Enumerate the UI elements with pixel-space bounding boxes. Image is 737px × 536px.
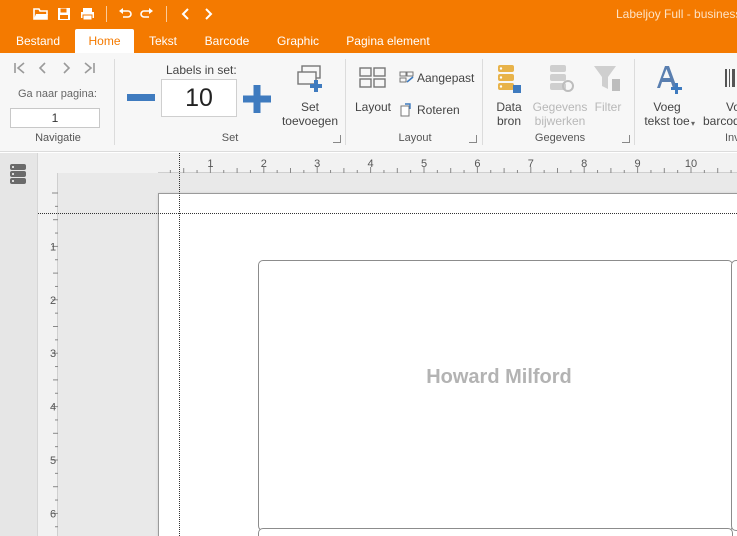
- ruler-label: 9: [635, 158, 641, 170]
- update-data-label-2[interactable]: bijwerken: [530, 115, 590, 128]
- filter-button[interactable]: Filter: [590, 101, 626, 114]
- group-label-set: Set: [221, 132, 239, 144]
- add-text-icon[interactable]: [652, 61, 688, 97]
- group-label-gegevens: Gegevens: [534, 132, 586, 144]
- previous-page-icon[interactable]: [35, 61, 51, 77]
- tab-pagina-element[interactable]: Pagina element: [338, 29, 438, 53]
- window-title: Labeljoy Full - business: [616, 7, 737, 21]
- data-source-icon[interactable]: [494, 62, 524, 96]
- toolbar-separator: [106, 6, 107, 22]
- tab-home[interactable]: Home: [75, 29, 134, 53]
- ruler-label: 4: [368, 158, 374, 170]
- horizontal-ruler-ticks: 1 2 3 4 5 6 7 8 9 10: [169, 158, 732, 173]
- ruler-label: 6: [50, 508, 56, 520]
- data-source-label-1[interactable]: Data: [490, 101, 528, 114]
- first-page-icon[interactable]: [12, 61, 28, 77]
- tab-tekst[interactable]: Tekst: [140, 29, 186, 53]
- title-bar: Labeljoy Full - business: [0, 0, 737, 29]
- dropdown-arrow-icon[interactable]: ▾: [691, 119, 695, 128]
- vertical-ruler: 1 2 3 4 5 6: [38, 173, 58, 536]
- data-source-label-2[interactable]: bron: [490, 115, 528, 128]
- forward-icon[interactable]: [199, 5, 217, 23]
- tab-barcode[interactable]: Barcode: [196, 29, 258, 53]
- add-text-label-2[interactable]: tekst toe: [640, 115, 694, 128]
- increase-icon[interactable]: [242, 84, 272, 114]
- update-data-icon[interactable]: [546, 62, 576, 96]
- ruler-label: 4: [50, 402, 56, 414]
- custom-layout-button[interactable]: Aangepast: [417, 72, 477, 85]
- label-text[interactable]: Howard Milford: [258, 366, 737, 389]
- add-set-label-2[interactable]: toevoegen: [280, 115, 340, 128]
- ribbon: Ga naar pagina: 1 Navigatie Labels in se…: [0, 53, 737, 152]
- group-label-layout: Layout: [398, 132, 432, 144]
- vertical-guide-line[interactable]: [179, 153, 180, 536]
- ruler-label: 2: [261, 158, 267, 170]
- ruler-label: 2: [50, 295, 56, 307]
- layout-grid-icon[interactable]: [357, 65, 389, 91]
- group-separator: [482, 59, 483, 145]
- open-folder-icon[interactable]: [32, 5, 50, 23]
- last-page-icon[interactable]: [81, 61, 97, 77]
- ruler-label: 6: [474, 158, 480, 170]
- undo-icon[interactable]: [116, 5, 134, 23]
- ruler-corner: [38, 153, 158, 173]
- back-icon[interactable]: [177, 5, 195, 23]
- vertical-ruler-ticks: 1 2 3 4 5 6: [50, 192, 58, 528]
- label-card-next[interactable]: [731, 260, 737, 531]
- left-panel: [0, 153, 38, 536]
- filter-icon[interactable]: [591, 62, 623, 96]
- ruler-label: 1: [50, 241, 56, 253]
- layout-button[interactable]: Layout: [350, 101, 396, 114]
- goto-page-input[interactable]: 1: [10, 108, 100, 128]
- custom-layout-icon[interactable]: [398, 70, 414, 84]
- save-icon[interactable]: [55, 5, 73, 23]
- update-data-label-1[interactable]: Gegevens: [530, 101, 590, 114]
- database-icon[interactable]: [8, 163, 28, 185]
- add-set-icon[interactable]: [293, 63, 327, 95]
- labels-count-field[interactable]: 10: [161, 79, 237, 117]
- add-text-label-1[interactable]: Voeg: [640, 101, 694, 114]
- decrease-icon[interactable]: [126, 86, 156, 110]
- ruler-label: 7: [528, 158, 534, 170]
- ruler-label: 10: [685, 158, 697, 170]
- rotate-icon[interactable]: [398, 103, 414, 117]
- ruler-label: 5: [50, 455, 56, 467]
- goto-page-label: Ga naar pagina:: [18, 88, 97, 100]
- label-card-below[interactable]: [258, 528, 733, 536]
- horizontal-guide-line[interactable]: [38, 213, 737, 214]
- add-barcode-label-2[interactable]: barcod: [703, 115, 737, 128]
- tab-bestand[interactable]: Bestand: [6, 29, 70, 53]
- tab-graphic[interactable]: Graphic: [268, 29, 328, 53]
- ruler-label: 8: [581, 158, 587, 170]
- next-page-icon[interactable]: [58, 61, 74, 77]
- ruler-label: 5: [421, 158, 427, 170]
- group-separator: [345, 59, 346, 145]
- set-dialog-launcher-icon[interactable]: [333, 135, 341, 143]
- group-separator: [114, 59, 115, 145]
- gegevens-dialog-launcher-icon[interactable]: [622, 135, 630, 143]
- add-set-label-1[interactable]: Set: [280, 101, 340, 114]
- layout-dialog-launcher-icon[interactable]: [469, 135, 477, 143]
- ribbon-tab-bar: Bestand Home Tekst Barcode Graphic Pagin…: [0, 29, 737, 53]
- group-separator: [634, 59, 635, 145]
- add-barcode-label-1[interactable]: Vo: [726, 101, 737, 114]
- redo-icon[interactable]: [138, 5, 156, 23]
- group-label-navigatie: Navigatie: [35, 132, 81, 144]
- print-icon[interactable]: [78, 5, 96, 23]
- label-card[interactable]: [258, 260, 733, 531]
- ruler-label: 3: [314, 158, 320, 170]
- add-barcode-icon[interactable]: [724, 65, 737, 95]
- ruler-label: 3: [50, 348, 56, 360]
- ruler-label: 1: [207, 158, 213, 170]
- rotate-button[interactable]: Roteren: [417, 104, 477, 117]
- labels-in-set-label: Labels in set:: [166, 63, 237, 77]
- horizontal-ruler: 1 2 3 4 5 6 7 8 9 10: [158, 153, 737, 173]
- group-label-invoegen: Inv: [725, 132, 737, 144]
- toolbar-separator: [166, 6, 167, 22]
